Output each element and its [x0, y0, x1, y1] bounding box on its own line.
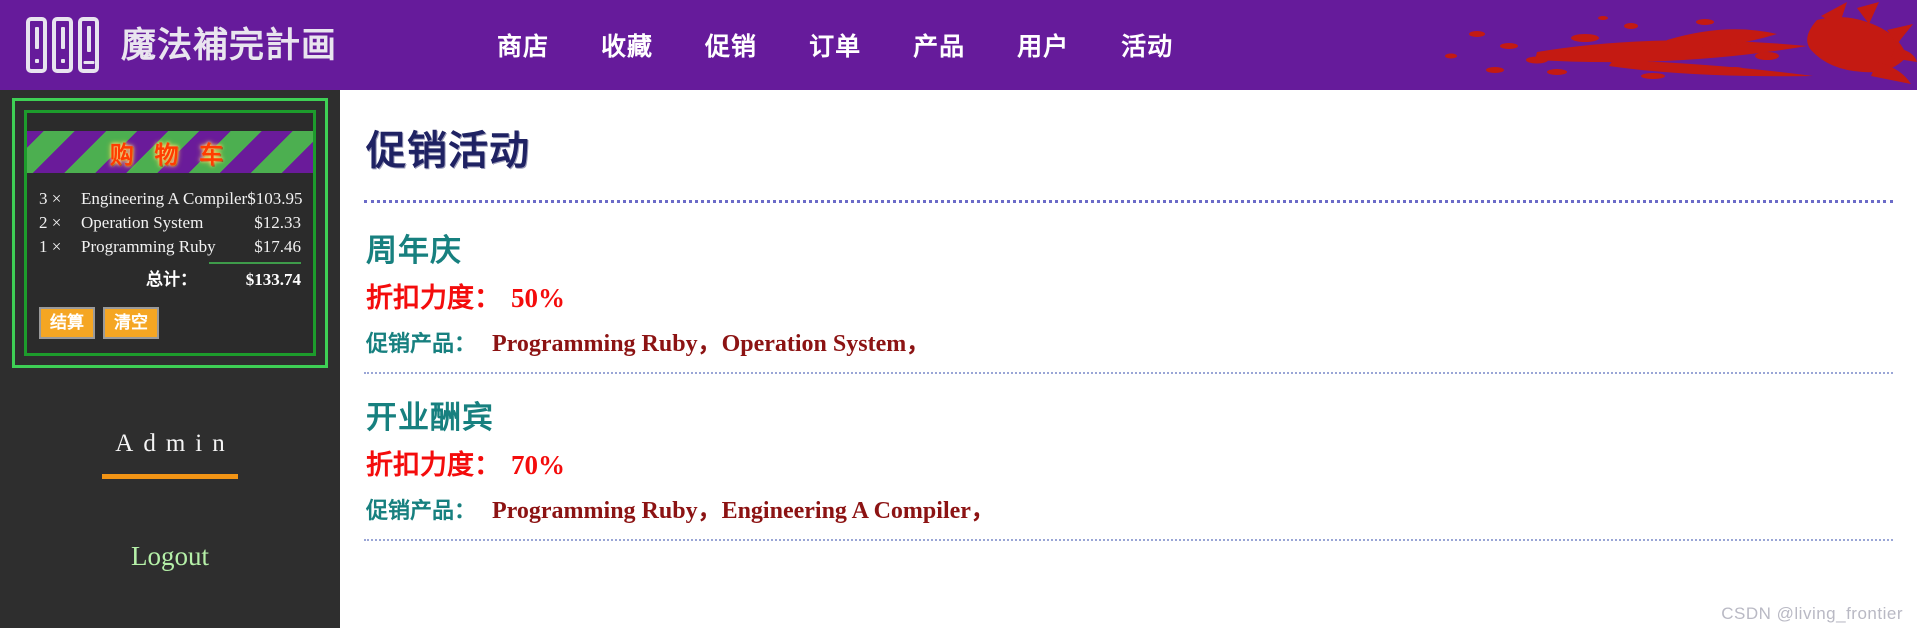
cart-item-qty: 1 × — [39, 237, 62, 256]
logout-link[interactable]: Logout — [131, 541, 209, 571]
promotion-products: 促销产品： Programming Ruby，Engineering A Com… — [366, 490, 1893, 525]
checkout-button[interactable]: 结算 — [39, 307, 95, 340]
cart-item-name: Operation System — [81, 213, 204, 232]
promotion-item: 开业酬宾 折扣力度： 70% 促销产品： Programming Ruby，En… — [364, 392, 1893, 541]
section-divider — [364, 200, 1893, 203]
clear-cart-button[interactable]: 清空 — [103, 307, 159, 340]
user-name: Admin — [115, 430, 235, 458]
promotion-discount: 折扣力度： 70% — [366, 443, 1893, 482]
promotion-name: 周年庆 — [366, 233, 462, 268]
cart-item-name: Engineering A Compiler — [81, 189, 248, 208]
watermark: CSDN @living_frontier — [1721, 604, 1903, 623]
promotion-discount: 折扣力度： 50% — [366, 276, 1893, 315]
sidebar: 购 物 车 3 × Engineering A Compiler $103.95… — [0, 90, 340, 628]
brand: 魔法補完計画 — [0, 17, 337, 73]
nav-item-products[interactable]: 产品 — [913, 27, 965, 63]
cart-title: 购 物 车 — [109, 141, 231, 169]
logout-block: Logout — [0, 541, 340, 572]
user-block: Admin — [0, 430, 340, 480]
cart-total-value: $133.74 — [209, 262, 301, 293]
cart-item[interactable]: 2 × Operation System $12.33 — [39, 211, 301, 235]
cart-panel-inner: 购 物 车 3 × Engineering A Compiler $103.95… — [24, 110, 316, 357]
cart-total-label: 总计： — [146, 270, 197, 289]
cart-actions: 结算 清空 — [27, 295, 313, 353]
cart-total-row: 总计： $133.74 — [39, 262, 301, 293]
cart-item-price: $103.95 — [247, 189, 303, 208]
promotion-discount-value: 70% — [511, 450, 565, 480]
promotion-products: 促销产品： Programming Ruby，Operation System， — [366, 323, 1893, 358]
promotion-divider — [364, 539, 1893, 541]
nav-item-promotions[interactable]: 促销 — [705, 27, 757, 63]
nav-item-users[interactable]: 用户 — [1017, 27, 1069, 63]
blood-splatter-decoration — [1445, 2, 1917, 84]
promotion-item: 周年庆 折扣力度： 50% 促销产品： Programming Ruby，Ope… — [364, 225, 1893, 374]
cart-item-price: $17.46 — [254, 237, 301, 256]
cart-item-price: $12.33 — [254, 213, 301, 232]
nav-item-shop[interactable]: 商店 — [497, 27, 549, 63]
cart-item[interactable]: 1 × Programming Ruby $17.46 — [39, 235, 301, 259]
page-title: 促销活动 — [366, 129, 530, 173]
promotion-products-list: Programming Ruby，Operation System， — [492, 331, 931, 357]
page-body: 购 物 车 3 × Engineering A Compiler $103.95… — [0, 90, 1917, 628]
promotion-discount-label: 折扣力度： — [366, 450, 501, 480]
cart-item[interactable]: 3 × Engineering A Compiler $103.95 — [39, 187, 303, 211]
app-header: 魔法補完計画 商店 收藏 促销 订单 产品 用户 活动 — [0, 0, 1917, 90]
nav-item-orders[interactable]: 订单 — [809, 27, 861, 63]
brand-title: 魔法補完計画 — [121, 25, 338, 65]
promotion-products-label: 促销产品： — [366, 498, 477, 523]
cart-item-qty: 2 × — [39, 213, 62, 232]
promotion-discount-label: 折扣力度： — [366, 283, 501, 313]
main-content: 促销活动 周年庆 折扣力度： 50% 促销产品： Programming Rub… — [340, 90, 1917, 628]
promotion-name: 开业酬宾 — [366, 400, 494, 435]
cart-item-name: Programming Ruby — [81, 237, 216, 256]
cart-panel: 购 物 车 3 × Engineering A Compiler $103.95… — [12, 98, 328, 369]
promotion-products-list: Programming Ruby，Engineering A Compiler， — [492, 498, 995, 524]
cart-item-list: 3 × Engineering A Compiler $103.95 2 × O… — [27, 173, 313, 295]
nav-item-favorites[interactable]: 收藏 — [601, 27, 653, 63]
promotion-divider — [364, 372, 1893, 374]
user-name-underline — [102, 474, 238, 480]
promotion-discount-value: 50% — [511, 283, 565, 313]
promotion-products-label: 促销产品： — [366, 331, 477, 356]
cart-item-qty: 3 × — [39, 189, 62, 208]
nav-item-activities[interactable]: 活动 — [1121, 27, 1173, 63]
cart-banner: 购 物 车 — [27, 131, 313, 173]
cart-top-strip — [27, 113, 313, 131]
three-books-icon — [26, 17, 99, 73]
main-nav: 商店 收藏 促销 订单 产品 用户 活动 — [497, 27, 1173, 63]
